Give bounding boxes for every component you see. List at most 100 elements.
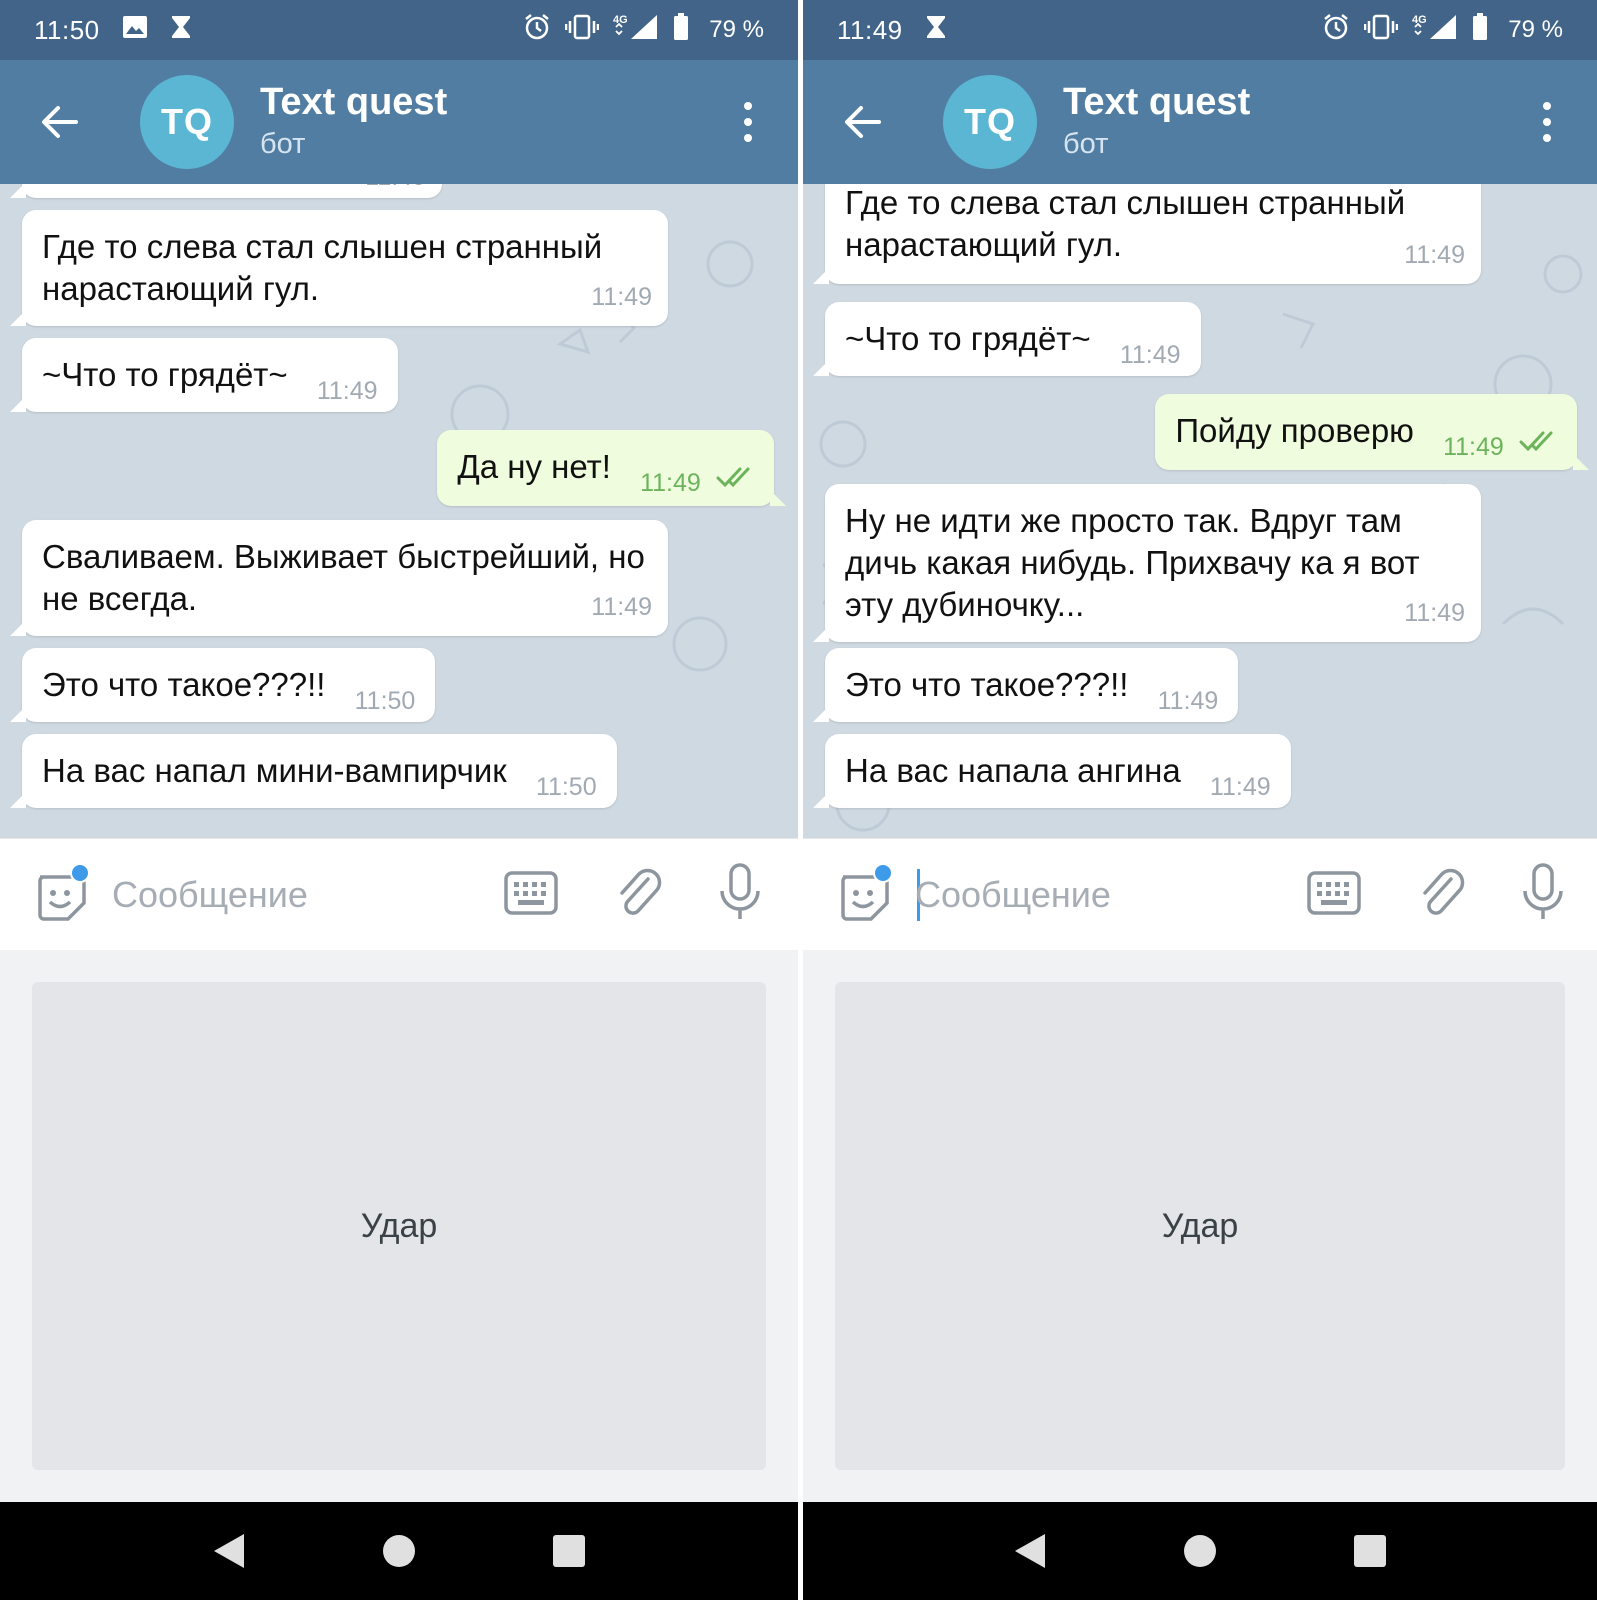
message-time: 11:49: [1404, 599, 1465, 627]
home-circle-icon: [383, 1535, 415, 1567]
nav-recents-button[interactable]: [1350, 1531, 1390, 1571]
microphone-icon: [720, 863, 760, 919]
bot-keyboard-button[interactable]: [1307, 871, 1361, 917]
chat-header: TQ Text quest бот: [0, 60, 798, 184]
back-button[interactable]: [833, 92, 893, 152]
message-time: 11:49: [1119, 341, 1181, 369]
network-4g-icon: 4G: [1412, 13, 1458, 48]
nav-recents-button[interactable]: [549, 1531, 589, 1571]
message-time: 11:49: [1443, 433, 1504, 461]
message-time: 11:50: [354, 687, 416, 715]
chat-title-block[interactable]: Text quest бот: [260, 80, 447, 164]
left-screen: 11:50 4G 79 % TQ Text quest бот Где то с…: [0, 0, 798, 1600]
status-bar: 11:49 4G 79 %: [803, 0, 1597, 60]
message-bubble-outgoing[interactable]: Да ну нет! 11:49: [437, 430, 786, 506]
message-time: 11:49: [640, 469, 701, 497]
double-check-icon: [716, 467, 750, 488]
bot-reply-keyboard: Удар: [803, 950, 1597, 1502]
microphone-button[interactable]: [718, 863, 762, 923]
paperclip-icon: [1423, 868, 1465, 915]
message-bubble[interactable]: Это что такое???!! 11:50: [9, 648, 436, 722]
message-bubble[interactable]: Где то слева стал слышен странный нараст…: [10, 210, 668, 326]
bot-keyboard-button[interactable]: [504, 871, 558, 917]
more-menu-button[interactable]: [738, 102, 758, 142]
message-text: Это что такое???!!: [845, 666, 1129, 703]
message-time: 11:49: [1157, 687, 1219, 715]
message-text: Это что такое???!!: [42, 666, 326, 703]
double-check-icon: [1519, 431, 1553, 452]
message-input-bar: [803, 838, 1597, 950]
message-text: Пойду проверю: [1175, 412, 1414, 449]
message-bubble-outgoing[interactable]: Пойду проверю 11:49: [1155, 394, 1589, 470]
bot-reply-keyboard: Удар: [0, 950, 798, 1502]
microphone-button[interactable]: [1521, 863, 1565, 923]
paperclip-icon: [620, 868, 662, 915]
message-bubble[interactable]: На вас напала ангина 11:49: [813, 734, 1291, 808]
reply-button-udar[interactable]: Удар: [835, 982, 1565, 1470]
attach-button[interactable]: [614, 865, 664, 921]
message-text: На вас напала ангина: [845, 752, 1181, 789]
attach-button[interactable]: [1417, 865, 1467, 921]
status-time: 11:49: [837, 14, 903, 45]
home-circle-icon: [1184, 1535, 1216, 1567]
vibrate-icon: [565, 14, 600, 47]
battery-percent: 79 %: [709, 16, 764, 43]
battery-percent: 79 %: [1508, 16, 1563, 43]
message-time: 11:49: [1404, 241, 1465, 269]
android-nav-bar: [803, 1502, 1597, 1600]
back-button[interactable]: [30, 92, 90, 152]
chat-subtitle: бот: [1063, 128, 1109, 160]
message-list[interactable]: Где то слева стал слышен странный нараст…: [803, 184, 1597, 838]
chat-header: TQ Text quest бот: [803, 60, 1597, 184]
message-bubble[interactable]: На вас напал мини-вампирчик 11:50: [10, 734, 617, 808]
nav-back-button[interactable]: [209, 1531, 249, 1571]
reply-button-udar[interactable]: Удар: [32, 982, 766, 1470]
message-bubble[interactable]: Ну не идти же просто так. Вдруг там дичь…: [813, 484, 1481, 642]
nav-home-button[interactable]: [1180, 1531, 1220, 1571]
avatar[interactable]: TQ: [140, 75, 234, 169]
avatar[interactable]: TQ: [943, 75, 1037, 169]
keyboard-icon: [1307, 871, 1361, 915]
battery-icon: [1472, 12, 1488, 48]
message-input[interactable]: [112, 869, 472, 921]
chat-title: Text quest: [260, 81, 448, 123]
alarm-icon: [523, 13, 551, 48]
recents-square-icon: [553, 1535, 585, 1567]
message-bubble[interactable]: Это что такое???!! 11:49: [812, 648, 1239, 722]
message-time: 11:50: [535, 773, 597, 801]
vibrate-icon: [1364, 14, 1399, 47]
android-nav-bar: [0, 1502, 798, 1600]
nav-back-button[interactable]: [1010, 1531, 1050, 1571]
right-screen: 11:49 4G 79 % TQ Text quest бот Где то с…: [803, 0, 1597, 1600]
message-time: 11:49: [591, 593, 652, 621]
message-list[interactable]: 11:49 Где то слева стал слышен странный …: [0, 184, 798, 838]
message-text: Сваливаем. Выживает быстрейший, но не вс…: [42, 538, 645, 617]
status-time: 11:50: [34, 14, 100, 45]
message-bubble-partial[interactable]: 11:49: [10, 184, 442, 198]
message-text: Где то слева стал слышен странный нараст…: [42, 228, 603, 307]
back-triangle-icon: [1015, 1534, 1045, 1568]
nav-home-button[interactable]: [379, 1531, 419, 1571]
new-sticker-dot: [70, 863, 90, 883]
network-4g-icon: 4G: [613, 13, 659, 48]
message-bubble[interactable]: ~Что то грядёт~ 11:49: [10, 338, 398, 412]
new-sticker-dot: [873, 863, 893, 883]
message-bubble[interactable]: Где то слева стал слышен странный нараст…: [813, 184, 1481, 284]
message-bubble[interactable]: Сваливаем. Выживает быстрейший, но не вс…: [10, 520, 668, 636]
message-time: 11:49: [365, 184, 426, 198]
message-time: 11:49: [1209, 773, 1271, 801]
back-arrow-icon: [42, 106, 78, 138]
message-input[interactable]: [915, 869, 1275, 921]
message-text: На вас напал мини-вампирчик: [42, 752, 507, 789]
message-time: 11:49: [316, 377, 378, 405]
sticker-button[interactable]: [835, 863, 893, 923]
hourglass-icon: [170, 14, 192, 47]
more-menu-button[interactable]: [1537, 102, 1557, 142]
chat-title-block[interactable]: Text quest бот: [1063, 80, 1250, 164]
message-text: ~Что то грядёт~: [845, 320, 1091, 357]
message-time: 11:49: [591, 283, 652, 311]
microphone-icon: [1523, 863, 1563, 919]
sticker-button[interactable]: [32, 863, 90, 923]
message-text: Где то слева стал слышен странный нараст…: [845, 184, 1406, 263]
message-bubble[interactable]: ~Что то грядёт~ 11:49: [813, 302, 1201, 376]
